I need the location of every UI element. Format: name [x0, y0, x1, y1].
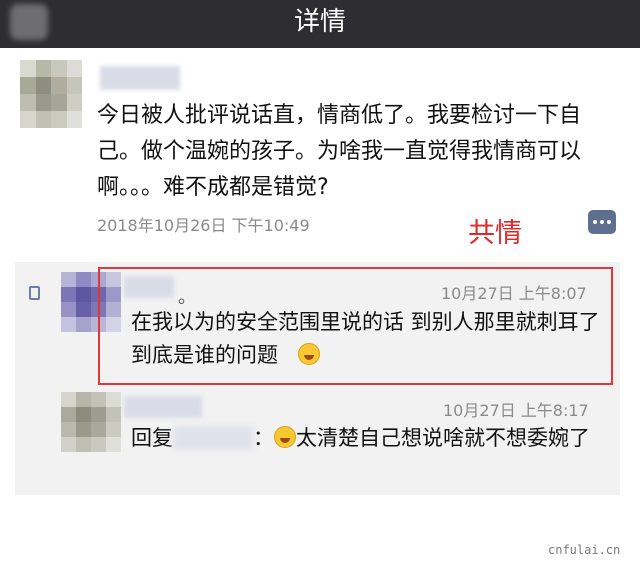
- post-avatar[interactable]: [20, 60, 82, 128]
- watermark: cnfulai.cn: [548, 543, 621, 557]
- like-icon: [29, 286, 40, 300]
- annotation-label: 共情: [468, 218, 522, 249]
- reply-target-name[interactable]: [173, 426, 253, 450]
- reply-prefix: 回复: [131, 426, 173, 450]
- reply-avatar[interactable]: [61, 392, 121, 452]
- post-text: 今日被人批评说话直，情商低了。我要检讨一下自己。做个温婉的孩子。为啥我一直觉得我…: [97, 103, 582, 200]
- post-timestamp: 2018年10月26日 下午10:49: [97, 216, 310, 235]
- post-author-name[interactable]: [100, 66, 180, 90]
- reply-colon: ：: [253, 426, 274, 450]
- reply-author-name[interactable]: [124, 396, 202, 418]
- highlight-box: [98, 267, 613, 385]
- reply-text: 回复 ： 太清楚自己想说啥就不想委婉了: [131, 422, 611, 455]
- reply-body: 太清楚自己想说啥就不想委婉了: [296, 426, 590, 450]
- comment-icon[interactable]: [588, 210, 616, 234]
- laughing-emoji: [274, 426, 296, 448]
- top-bar: 详情: [0, 0, 640, 48]
- reply-timestamp: 10月27日 上午8:17: [443, 401, 589, 420]
- page-title: 详情: [293, 7, 346, 37]
